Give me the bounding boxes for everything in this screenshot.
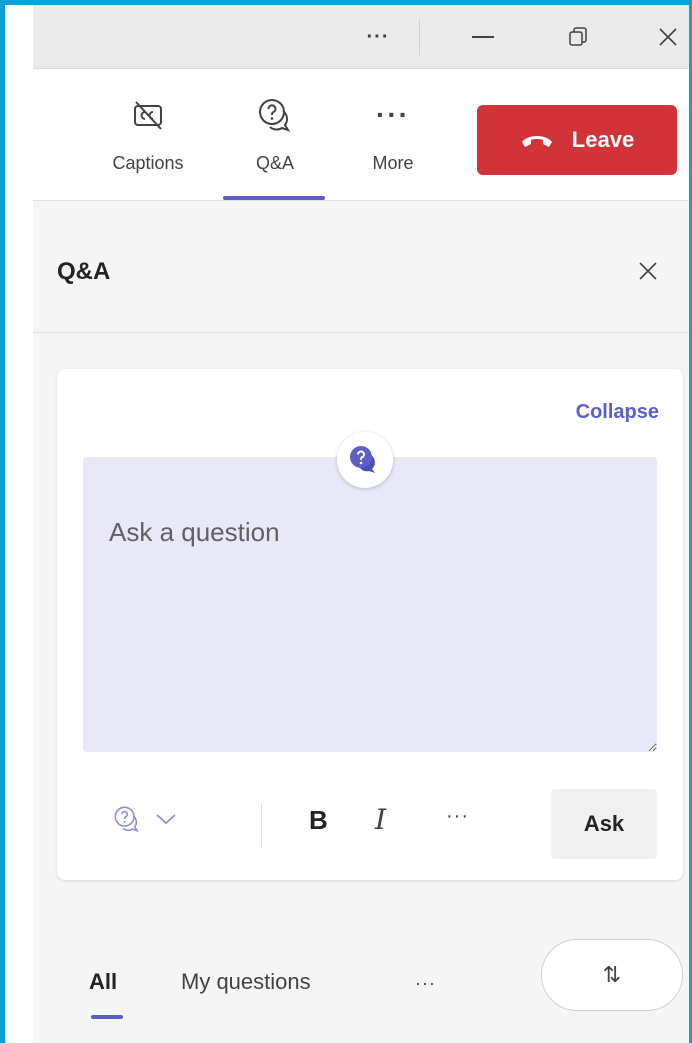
qa-window: ··· Captions Q&A ··· More Leave Q&A Coll… <box>33 5 689 1043</box>
close-panel-button[interactable] <box>631 254 665 288</box>
more-icon: ··· <box>366 25 390 48</box>
panel-title: Q&A <box>57 258 111 285</box>
more-tabs-button[interactable]: ··· <box>415 973 436 994</box>
tab-my-questions[interactable]: My questions <box>181 969 311 995</box>
active-tab-indicator <box>223 196 325 200</box>
window-frame: ··· Captions Q&A ··· More Leave Q&A Coll… <box>0 0 692 1043</box>
captions-off-icon <box>131 97 165 133</box>
tab-all[interactable]: All <box>89 969 117 995</box>
filter-tabs: All My questions ··· ⇅ <box>33 939 689 1029</box>
divider <box>261 803 262 847</box>
left-edge <box>5 5 33 1043</box>
close-icon <box>639 262 657 280</box>
more-button[interactable]: ··· More <box>348 97 438 174</box>
question-input[interactable] <box>83 457 657 752</box>
question-badge <box>337 432 393 488</box>
divider <box>419 19 420 55</box>
more-options-button[interactable]: ··· <box>353 15 403 59</box>
close-icon <box>659 28 677 46</box>
bold-button[interactable]: B <box>309 805 328 836</box>
qa-label: Q&A <box>255 153 294 173</box>
close-window-button[interactable] <box>643 15 689 59</box>
compose-toolbar: B I ··· Ask <box>83 789 657 861</box>
active-tab-indicator <box>91 1015 123 1019</box>
compose-card: Collapse Ask a question B I ··· Ask <box>57 369 683 880</box>
sort-button[interactable]: ⇅ <box>541 939 683 1011</box>
hang-up-icon <box>521 136 552 147</box>
panel-header: Q&A <box>33 202 689 333</box>
collapse-link[interactable]: Collapse <box>576 401 659 424</box>
sort-icon: ⇅ <box>602 962 622 987</box>
ask-button[interactable]: Ask <box>551 789 657 859</box>
question-bubble-filled-icon <box>350 446 375 473</box>
qa-button[interactable]: Q&A <box>223 97 327 174</box>
more-label: More <box>372 153 414 173</box>
question-type-dropdown[interactable] <box>113 805 177 833</box>
meeting-toolbar: Captions Q&A ··· More Leave <box>33 69 689 201</box>
restore-button[interactable] <box>553 15 603 59</box>
leave-button[interactable]: Leave <box>477 105 677 175</box>
title-bar: ··· <box>33 5 689 69</box>
more-formatting-button[interactable]: ··· <box>446 805 469 828</box>
restore-icon <box>569 27 587 46</box>
minimize-icon <box>472 36 494 38</box>
question-bubble-icon <box>114 806 139 833</box>
leave-label: Leave <box>571 127 635 152</box>
italic-button[interactable]: I <box>375 803 386 836</box>
more-icon: ··· <box>376 99 410 130</box>
captions-label: Captions <box>112 153 184 173</box>
chevron-down-icon <box>156 814 176 825</box>
minimize-button[interactable] <box>458 15 508 59</box>
question-bubble-icon <box>257 97 293 133</box>
captions-button[interactable]: Captions <box>93 97 203 174</box>
